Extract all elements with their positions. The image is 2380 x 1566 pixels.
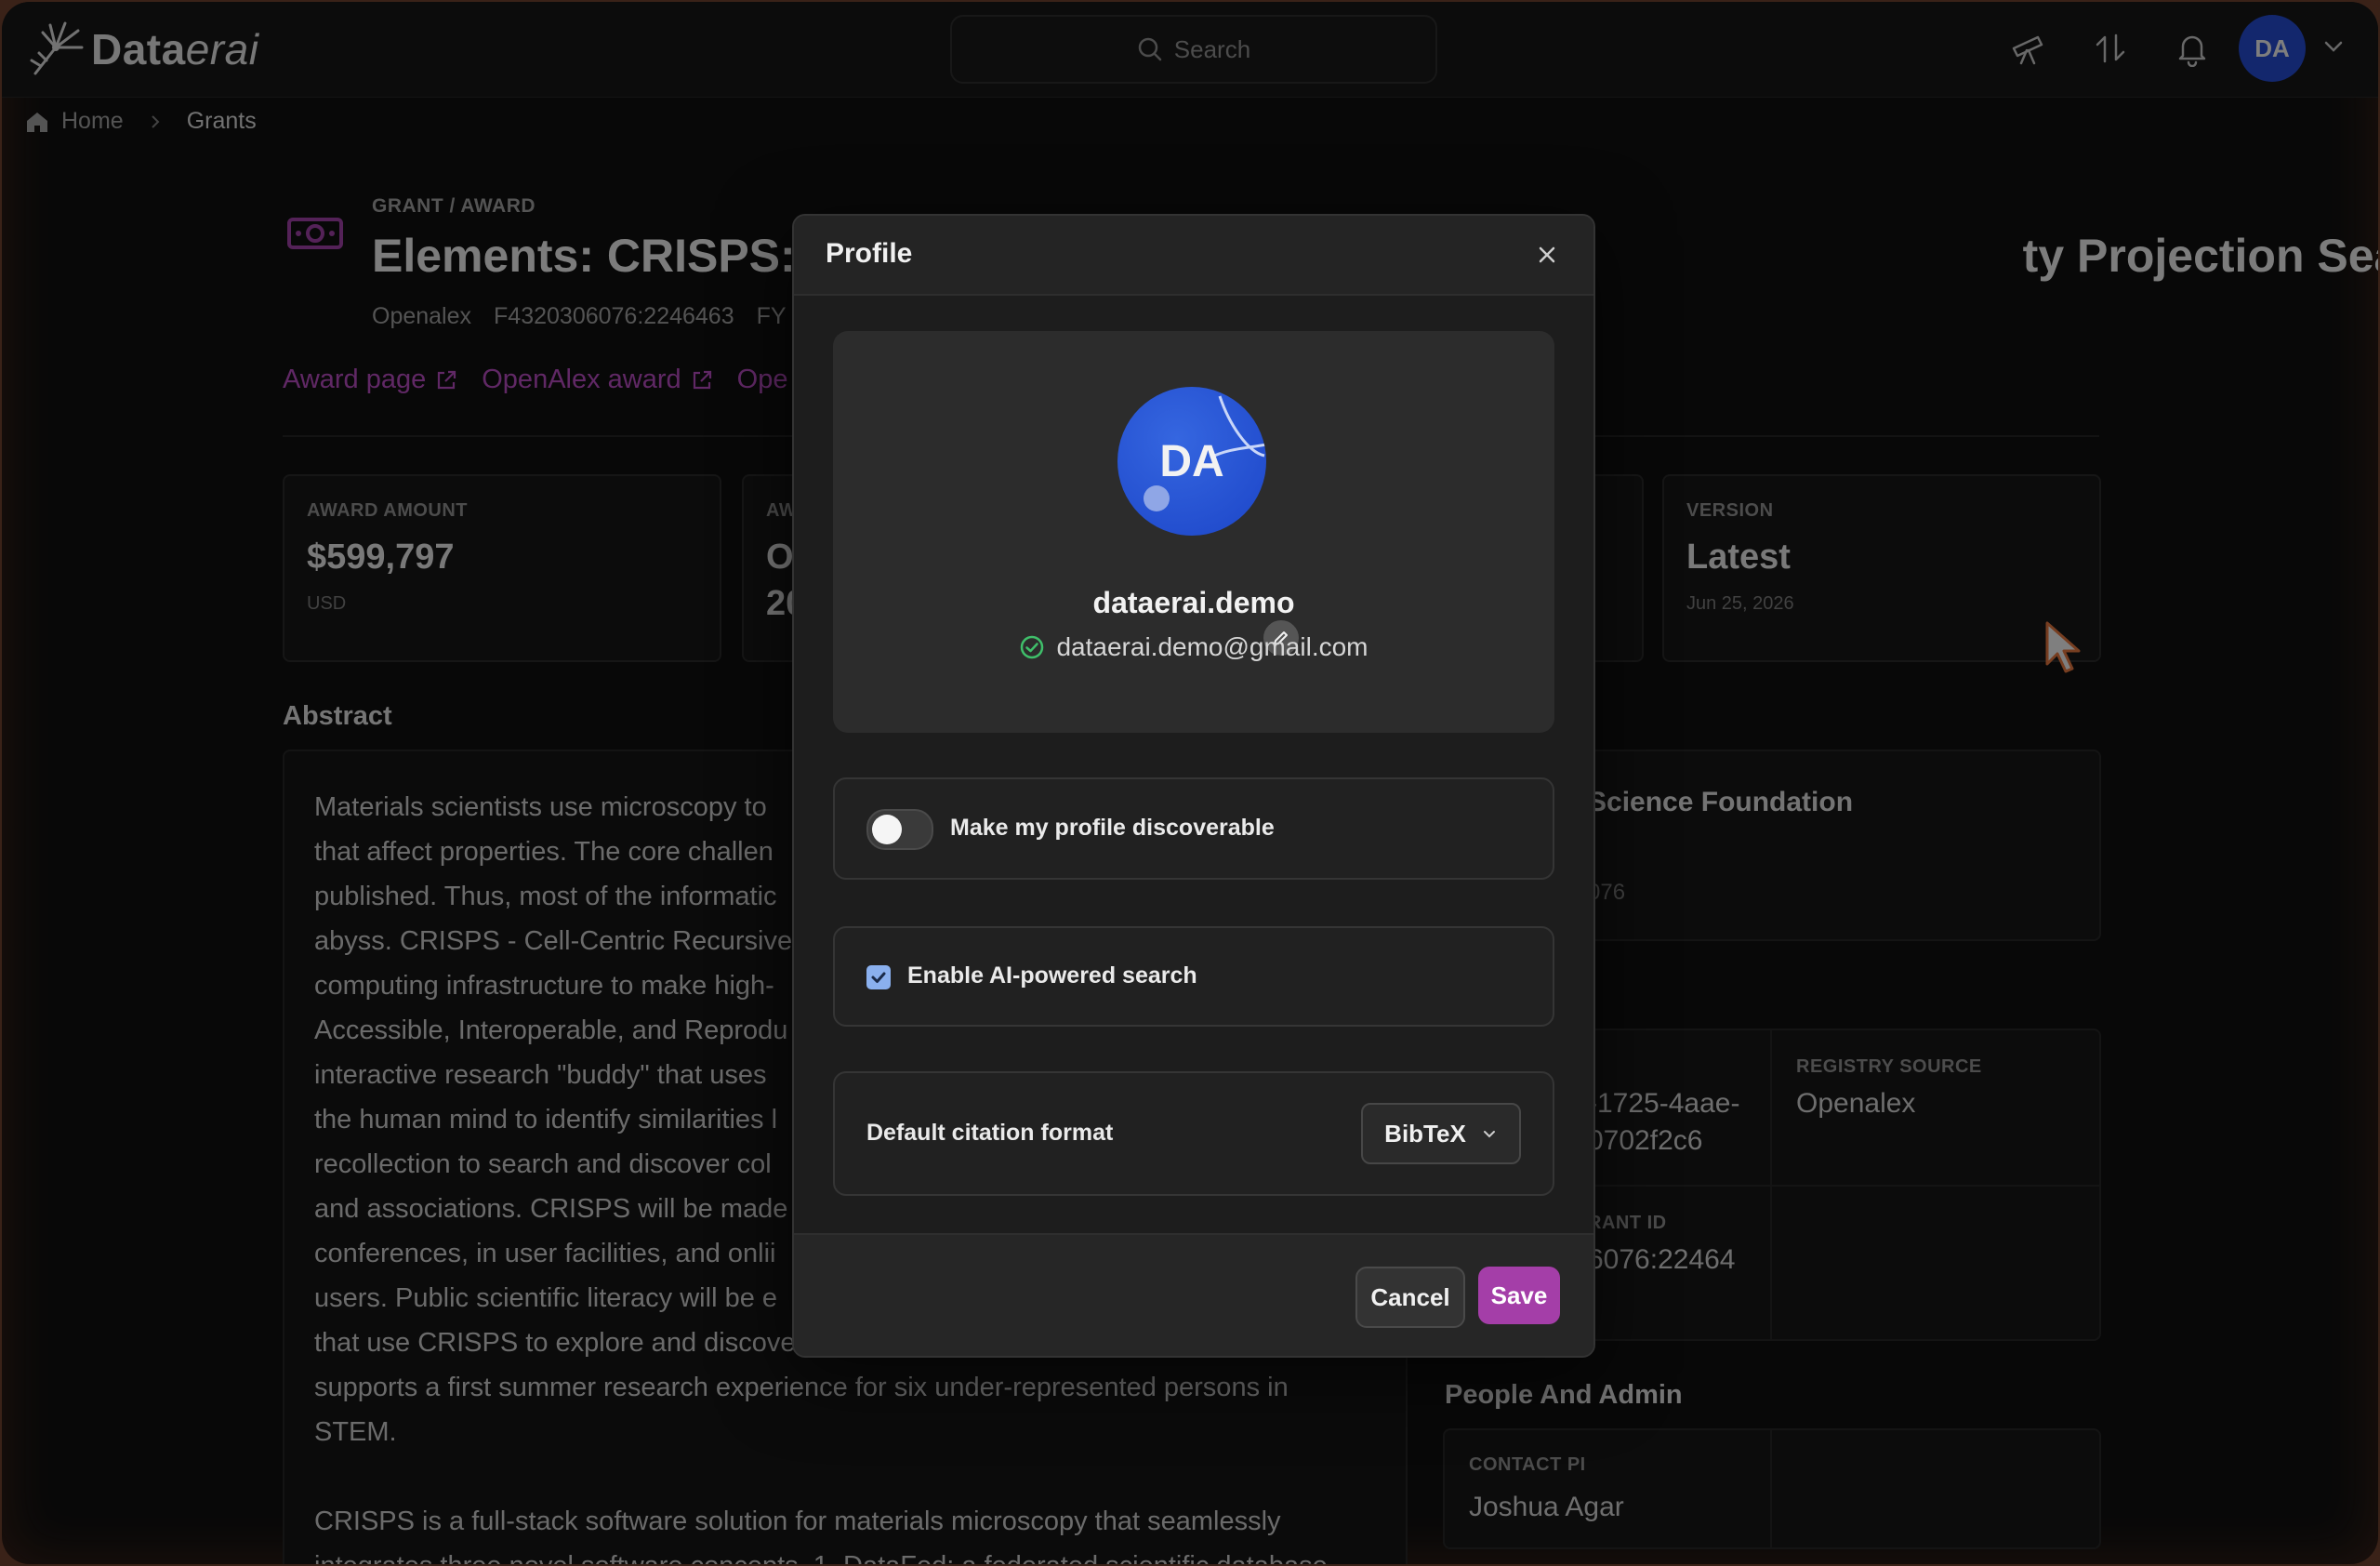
chevron-down-icon xyxy=(1483,1131,1495,1138)
modal-title: Profile xyxy=(826,238,913,269)
checkmark-icon xyxy=(871,972,886,983)
citation-label: Default citation format xyxy=(866,1120,1114,1146)
verified-check-icon xyxy=(1021,635,1044,659)
ai-search-checkbox[interactable] xyxy=(866,965,891,989)
discoverable-option: Make my profile discoverable xyxy=(833,777,1554,880)
profile-email: dataerai.demo@gmail.com xyxy=(1056,632,1368,661)
profile-avatar[interactable]: DA xyxy=(1117,387,1266,536)
profile-card: DA dataerai.demo dataerai.demo@gmail.com xyxy=(833,331,1554,733)
citation-format-value: BibTeX xyxy=(1384,1119,1466,1148)
citation-format-select[interactable]: BibTeX xyxy=(1361,1103,1521,1164)
save-button[interactable]: Save xyxy=(1478,1267,1560,1324)
modal-footer: Cancel Save xyxy=(794,1233,1593,1356)
profile-modal: Profile DA dataerai.demo dataerai.demo@g… xyxy=(792,214,1595,1358)
toggle-knob xyxy=(872,815,902,844)
profile-email-row: dataerai.demo@gmail.com xyxy=(833,632,1554,662)
profile-avatar-initials: DA xyxy=(1159,436,1224,486)
close-icon xyxy=(1539,246,1555,263)
modal-header: Profile xyxy=(794,216,1593,296)
citation-option: Default citation format BibTeX xyxy=(833,1071,1554,1196)
ai-search-label: Enable AI-powered search xyxy=(907,962,1197,989)
app-window: Dataerai Search DA Home Grants GRANT / A… xyxy=(2,2,2378,1564)
discoverable-toggle[interactable] xyxy=(866,809,933,850)
discoverable-label: Make my profile discoverable xyxy=(950,815,1275,841)
close-button[interactable] xyxy=(1528,236,1566,273)
profile-username: dataerai.demo xyxy=(1092,586,1295,619)
ai-search-option: Enable AI-powered search xyxy=(833,926,1554,1027)
cancel-button[interactable]: Cancel xyxy=(1355,1267,1465,1328)
